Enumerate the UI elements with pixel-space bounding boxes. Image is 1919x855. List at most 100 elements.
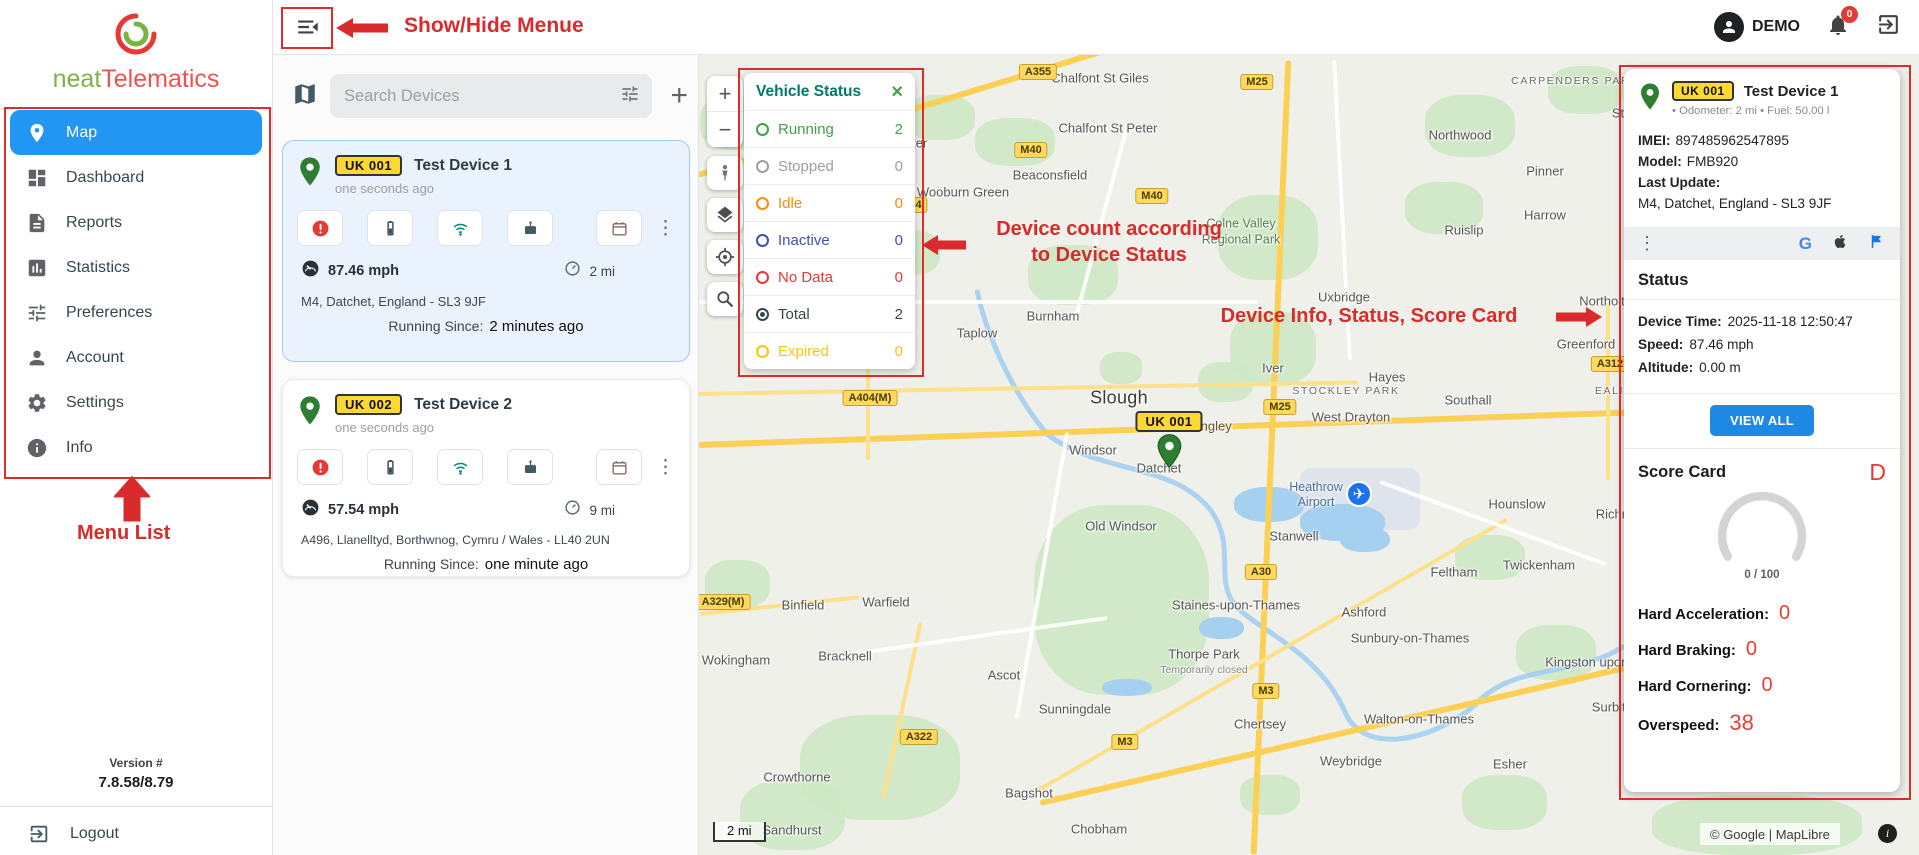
marker-plate[interactable]: UK 001 [1135, 411, 1203, 432]
altitude-value: 0.00 m [1699, 360, 1741, 375]
map-label: Esher [1493, 756, 1527, 772]
status-label: Idle [778, 194, 803, 212]
google-icon[interactable]: G [1799, 234, 1812, 254]
model-value: FMB920 [1686, 154, 1739, 169]
device-card-1[interactable]: UK 001 Test Device 1 one seconds ago ⋮ 8… [282, 140, 690, 362]
status-section-title: Status [1624, 260, 1900, 300]
score-card-title: Score Card [1638, 463, 1727, 481]
nodata-ring-icon [756, 270, 769, 284]
imei-label: IMEI: [1638, 133, 1671, 148]
running-ring-icon [756, 122, 769, 136]
plate-badge: UK 002 [335, 394, 403, 415]
street-view-button[interactable] [707, 156, 743, 190]
view-all-button[interactable]: VIEW ALL [1709, 405, 1815, 436]
locate-button[interactable] [707, 240, 743, 274]
heathrow-airport-label: Heathrow Airport [1289, 480, 1343, 509]
info-icon [27, 438, 47, 457]
map-label: Sandhurst [762, 822, 822, 838]
zoom-in-button[interactable]: + [707, 76, 743, 111]
alert-icon [297, 210, 343, 246]
device-pin-icon [1641, 83, 1659, 110]
map-label: A329(M) [698, 594, 751, 610]
map-label: Uxbridge [1317, 289, 1371, 305]
menu-toggle-button[interactable] [288, 9, 328, 45]
calendar-icon [596, 449, 642, 485]
directions-icon[interactable] [1869, 233, 1886, 255]
logout-button[interactable]: Logout [0, 812, 300, 855]
map-label: Wooburn Green [916, 184, 1010, 200]
running-since: Running Since: one minute ago [383, 556, 589, 573]
close-icon[interactable]: × [891, 82, 903, 102]
add-device-button[interactable]: + [670, 81, 688, 111]
card-menu-icon[interactable]: ⋮ [656, 217, 675, 240]
device-name: Test Device 2 [414, 395, 513, 413]
notification-badge: 0 [1841, 5, 1858, 23]
sidebar-item-label: Preferences [66, 303, 153, 321]
distance-value: 2 mi [589, 263, 615, 279]
notifications-button[interactable]: 0 [1826, 5, 1858, 42]
layers-button[interactable] [707, 198, 743, 232]
sidebar-item-settings[interactable]: Settings [0, 380, 272, 425]
tracker-device-icon [507, 449, 553, 485]
brand-name: neatTelematics [52, 65, 220, 93]
sidebar-item-reports[interactable]: Reports [0, 200, 272, 245]
vehicle-status-title: Vehicle Status [756, 83, 862, 100]
user-menu[interactable]: DEMO [1714, 12, 1800, 42]
map-info-icon[interactable]: i [1878, 824, 1897, 843]
map-label: Weybridge [1320, 753, 1382, 769]
filter-icon[interactable] [620, 84, 640, 109]
status-row-expired[interactable]: Expired 0 [744, 332, 915, 369]
calendar-icon [596, 210, 642, 246]
status-row-stopped[interactable]: Stopped 0 [744, 147, 915, 184]
user-name: DEMO [1752, 18, 1800, 35]
map-label: M3 [1111, 734, 1139, 750]
wifi-icon [437, 210, 483, 246]
device-card-2[interactable]: UK 002 Test Device 2 one seconds ago ⋮ 5… [282, 379, 690, 577]
sidebar-item-info[interactable]: Info [0, 425, 272, 470]
signout-button[interactable] [1876, 12, 1901, 42]
device-list-panel: + UK 001 Test Device 1 one seconds ago [272, 54, 699, 855]
plate-badge: UK 001 [1672, 81, 1734, 101]
map-label: M40 [1135, 188, 1169, 204]
map-search-button[interactable] [707, 282, 743, 316]
search-input[interactable] [342, 85, 621, 107]
sidebar-item-preferences[interactable]: Preferences [0, 290, 272, 335]
device-address: M4, Datchet, England - SL3 9JF [1638, 196, 1832, 211]
zoom-out-button[interactable]: − [707, 111, 743, 147]
status-label: Total [778, 305, 810, 323]
inactive-ring-icon [756, 233, 769, 247]
map-label: Sunningdale [1038, 701, 1112, 717]
status-row-inactive[interactable]: Inactive 0 [744, 221, 915, 258]
expired-ring-icon [756, 344, 769, 358]
last-seen: one seconds ago [335, 181, 435, 196]
map-label: A404(M) [842, 390, 898, 406]
device-indicators: ⋮ [297, 210, 675, 246]
map-label: M3 [1252, 683, 1280, 699]
map-label: Hayes [1368, 369, 1406, 385]
status-row-nodata[interactable]: No Data 0 [744, 258, 915, 295]
status-count: 0 [894, 231, 903, 249]
dashboard-icon [28, 169, 46, 186]
panel-menu-icon[interactable]: ⋮ [1638, 233, 1656, 254]
status-row-idle[interactable]: Idle 0 [744, 184, 915, 221]
map-pin-icon [30, 123, 44, 142]
avatar [1714, 12, 1744, 42]
map-label: West Drayton [1311, 409, 1391, 425]
status-count: 0 [894, 268, 903, 286]
sidebar-item-dashboard[interactable]: Dashboard [0, 155, 272, 200]
card-menu-icon[interactable]: ⋮ [656, 456, 675, 479]
device-indicators: ⋮ [297, 449, 675, 485]
map-label: Taplow [956, 325, 998, 341]
sidebar-item-statistics[interactable]: Statistics [0, 245, 272, 290]
score-grade: D [1869, 459, 1886, 485]
apple-icon[interactable] [1832, 233, 1849, 255]
logo-swirl-icon [0, 10, 272, 63]
status-label: No Data [778, 268, 834, 286]
sidebar-item-map[interactable]: Map [10, 110, 262, 155]
status-row-total[interactable]: Total 2 [744, 295, 915, 332]
status-row-running[interactable]: Running 2 [744, 110, 915, 147]
sidebar-item-account[interactable]: Account [0, 335, 272, 380]
map-view-icon[interactable] [292, 81, 318, 112]
vehicle-marker[interactable]: UK 001 [1135, 411, 1203, 474]
speed-value: 87.46 mph [328, 263, 399, 279]
